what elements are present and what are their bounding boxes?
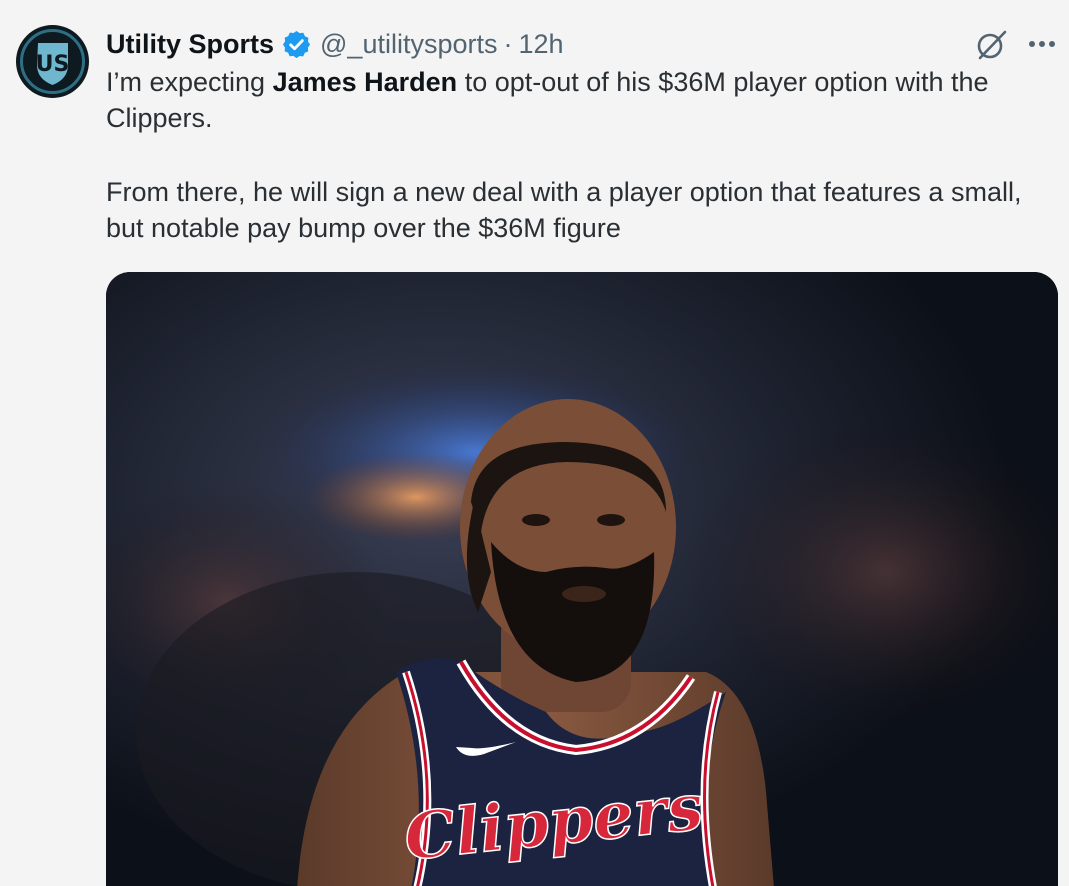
tweet[interactable]: US Utility Sports @_utilitysports · 12h … [0,0,1069,886]
tweet-photo[interactable]: Clippers [106,272,1058,886]
avatar[interactable]: US [16,25,89,98]
player-photo: Clippers [106,272,1058,886]
timestamp[interactable]: 12h [518,29,563,60]
separator: · [503,28,513,59]
verified-badge-icon[interactable] [281,29,312,60]
handle[interactable]: @_utilitysports [320,29,497,60]
tweet-header: Utility Sports @_utilitysports · 12h [106,24,564,64]
tweet-text-segment: I’m expecting [106,67,273,97]
tweet-paragraph-1: I’m expecting James Harden to opt-out of… [106,64,1056,136]
tweet-text: I’m expecting James Harden to opt-out of… [106,64,1056,246]
display-name[interactable]: Utility Sports [106,29,274,60]
tweet-paragraph-2: From there, he will sign a new deal with… [106,177,1022,243]
tweet-text-bold: James Harden [272,67,458,97]
more-icon[interactable] [1027,38,1057,50]
grok-icon[interactable] [975,28,1009,62]
avatar-logo-text: US [36,52,70,77]
utility-sports-logo-icon: US [16,25,89,98]
